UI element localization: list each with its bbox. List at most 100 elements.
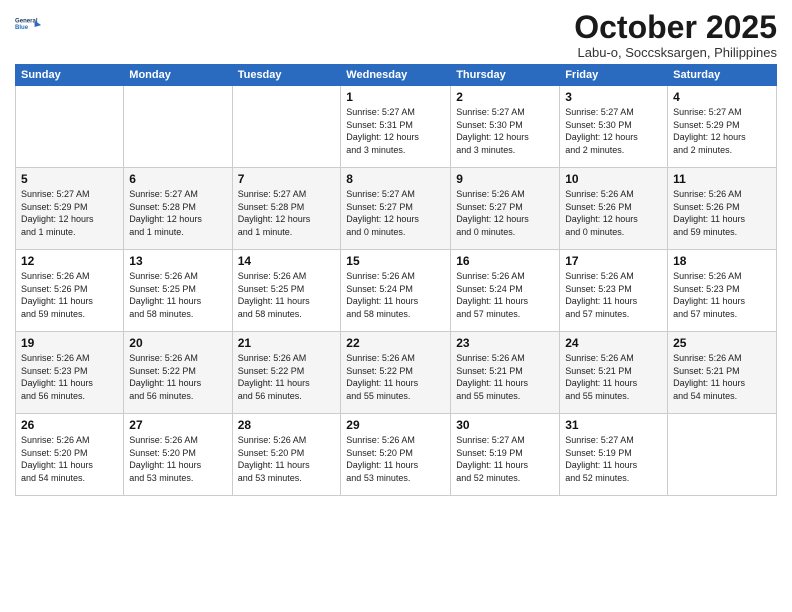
day-info: Sunrise: 5:26 AM Sunset: 5:25 PM Dayligh…	[238, 270, 336, 320]
calendar-day-cell: 9 Sunrise: 5:26 AM Sunset: 5:27 PM Daylig…	[451, 168, 560, 250]
day-info: Sunrise: 5:27 AM Sunset: 5:30 PM Dayligh…	[456, 106, 554, 156]
calendar-day-header: Sunday	[16, 65, 124, 86]
calendar-day-cell: 22 Sunrise: 5:26 AM Sunset: 5:22 PM Dayli…	[341, 332, 451, 414]
day-info: Sunrise: 5:26 AM Sunset: 5:20 PM Dayligh…	[21, 434, 118, 484]
day-number: 11	[673, 172, 771, 186]
calendar-table: SundayMondayTuesdayWednesdayThursdayFrid…	[15, 64, 777, 496]
calendar-day-cell: 19 Sunrise: 5:26 AM Sunset: 5:23 PM Dayli…	[16, 332, 124, 414]
day-info: Sunrise: 5:26 AM Sunset: 5:27 PM Dayligh…	[456, 188, 554, 238]
day-number: 17	[565, 254, 662, 268]
day-number: 26	[21, 418, 118, 432]
day-number: 14	[238, 254, 336, 268]
calendar-day-cell: 13 Sunrise: 5:26 AM Sunset: 5:25 PM Dayli…	[124, 250, 232, 332]
calendar-week-row: 1 Sunrise: 5:27 AM Sunset: 5:31 PM Daylig…	[16, 86, 777, 168]
day-info: Sunrise: 5:27 AM Sunset: 5:28 PM Dayligh…	[129, 188, 226, 238]
calendar-day-cell: 6 Sunrise: 5:27 AM Sunset: 5:28 PM Daylig…	[124, 168, 232, 250]
title-block: October 2025 Labu-o, Soccsksargen, Phili…	[574, 10, 777, 60]
day-info: Sunrise: 5:26 AM Sunset: 5:21 PM Dayligh…	[565, 352, 662, 402]
day-number: 24	[565, 336, 662, 350]
day-info: Sunrise: 5:26 AM Sunset: 5:26 PM Dayligh…	[673, 188, 771, 238]
day-number: 27	[129, 418, 226, 432]
calendar-day-cell: 17Sunrise: 5:26 AM Sunset: 5:23 PM Dayli…	[560, 250, 668, 332]
calendar-day-cell: 14 Sunrise: 5:26 AM Sunset: 5:25 PM Dayli…	[232, 250, 341, 332]
day-info: Sunrise: 5:26 AM Sunset: 5:22 PM Dayligh…	[238, 352, 336, 402]
calendar-day-cell: 10Sunrise: 5:26 AM Sunset: 5:26 PM Dayli…	[560, 168, 668, 250]
logo-icon: GeneralBlue	[15, 10, 43, 38]
day-number: 21	[238, 336, 336, 350]
main-title: October 2025	[574, 10, 777, 45]
day-info: Sunrise: 5:26 AM Sunset: 5:24 PM Dayligh…	[346, 270, 445, 320]
day-number: 25	[673, 336, 771, 350]
day-info: Sunrise: 5:26 AM Sunset: 5:23 PM Dayligh…	[21, 352, 118, 402]
calendar-day-cell: 8Sunrise: 5:27 AM Sunset: 5:27 PM Daylig…	[341, 168, 451, 250]
header: GeneralBlue October 2025 Labu-o, Soccsks…	[15, 10, 777, 60]
calendar-day-cell: 25 Sunrise: 5:26 AM Sunset: 5:21 PM Dayli…	[668, 332, 777, 414]
calendar-week-row: 12Sunrise: 5:26 AM Sunset: 5:26 PM Dayli…	[16, 250, 777, 332]
calendar-day-cell: 16Sunrise: 5:26 AM Sunset: 5:24 PM Dayli…	[451, 250, 560, 332]
calendar-day-cell	[668, 414, 777, 496]
day-info: Sunrise: 5:26 AM Sunset: 5:21 PM Dayligh…	[673, 352, 771, 402]
day-number: 8	[346, 172, 445, 186]
calendar-week-row: 19 Sunrise: 5:26 AM Sunset: 5:23 PM Dayli…	[16, 332, 777, 414]
calendar-day-cell: 31 Sunrise: 5:27 AM Sunset: 5:19 PM Dayli…	[560, 414, 668, 496]
day-number: 13	[129, 254, 226, 268]
day-number: 22	[346, 336, 445, 350]
day-number: 18	[673, 254, 771, 268]
calendar-day-cell	[16, 86, 124, 168]
day-number: 29	[346, 418, 445, 432]
day-number: 6	[129, 172, 226, 186]
calendar-day-cell: 20Sunrise: 5:26 AM Sunset: 5:22 PM Dayli…	[124, 332, 232, 414]
calendar-day-cell: 21 Sunrise: 5:26 AM Sunset: 5:22 PM Dayli…	[232, 332, 341, 414]
calendar-day-cell: 24 Sunrise: 5:26 AM Sunset: 5:21 PM Dayli…	[560, 332, 668, 414]
day-number: 31	[565, 418, 662, 432]
day-info: Sunrise: 5:26 AM Sunset: 5:25 PM Dayligh…	[129, 270, 226, 320]
day-number: 19	[21, 336, 118, 350]
calendar-day-cell: 4Sunrise: 5:27 AM Sunset: 5:29 PM Daylig…	[668, 86, 777, 168]
calendar-day-cell: 30Sunrise: 5:27 AM Sunset: 5:19 PM Dayli…	[451, 414, 560, 496]
day-number: 3	[565, 90, 662, 104]
day-number: 12	[21, 254, 118, 268]
calendar-day-cell: 12Sunrise: 5:26 AM Sunset: 5:26 PM Dayli…	[16, 250, 124, 332]
day-info: Sunrise: 5:27 AM Sunset: 5:31 PM Dayligh…	[346, 106, 445, 156]
day-number: 20	[129, 336, 226, 350]
svg-text:General: General	[15, 18, 38, 24]
calendar-day-header: Monday	[124, 65, 232, 86]
day-info: Sunrise: 5:26 AM Sunset: 5:23 PM Dayligh…	[673, 270, 771, 320]
calendar-header-row: SundayMondayTuesdayWednesdayThursdayFrid…	[16, 65, 777, 86]
day-number: 9	[456, 172, 554, 186]
day-info: Sunrise: 5:26 AM Sunset: 5:21 PM Dayligh…	[456, 352, 554, 402]
calendar-day-cell: 7Sunrise: 5:27 AM Sunset: 5:28 PM Daylig…	[232, 168, 341, 250]
svg-text:Blue: Blue	[15, 25, 29, 31]
calendar-day-cell: 18 Sunrise: 5:26 AM Sunset: 5:23 PM Dayli…	[668, 250, 777, 332]
calendar-day-cell: 26 Sunrise: 5:26 AM Sunset: 5:20 PM Dayli…	[16, 414, 124, 496]
calendar-day-cell: 28Sunrise: 5:26 AM Sunset: 5:20 PM Dayli…	[232, 414, 341, 496]
day-info: Sunrise: 5:26 AM Sunset: 5:22 PM Dayligh…	[346, 352, 445, 402]
day-number: 10	[565, 172, 662, 186]
day-number: 7	[238, 172, 336, 186]
day-info: Sunrise: 5:27 AM Sunset: 5:19 PM Dayligh…	[456, 434, 554, 484]
day-number: 5	[21, 172, 118, 186]
day-info: Sunrise: 5:26 AM Sunset: 5:20 PM Dayligh…	[238, 434, 336, 484]
calendar-day-cell: 2 Sunrise: 5:27 AM Sunset: 5:30 PM Daylig…	[451, 86, 560, 168]
day-number: 16	[456, 254, 554, 268]
page: GeneralBlue October 2025 Labu-o, Soccsks…	[0, 0, 792, 506]
calendar-day-header: Friday	[560, 65, 668, 86]
day-info: Sunrise: 5:27 AM Sunset: 5:29 PM Dayligh…	[673, 106, 771, 156]
day-number: 23	[456, 336, 554, 350]
calendar-day-cell: 27Sunrise: 5:26 AM Sunset: 5:20 PM Dayli…	[124, 414, 232, 496]
calendar-day-header: Wednesday	[341, 65, 451, 86]
day-number: 2	[456, 90, 554, 104]
day-info: Sunrise: 5:27 AM Sunset: 5:30 PM Dayligh…	[565, 106, 662, 156]
calendar-day-cell: 1 Sunrise: 5:27 AM Sunset: 5:31 PM Daylig…	[341, 86, 451, 168]
calendar-day-cell	[232, 86, 341, 168]
logo: GeneralBlue	[15, 10, 43, 38]
calendar-day-header: Saturday	[668, 65, 777, 86]
calendar-week-row: 5 Sunrise: 5:27 AM Sunset: 5:29 PM Daylig…	[16, 168, 777, 250]
day-info: Sunrise: 5:27 AM Sunset: 5:19 PM Dayligh…	[565, 434, 662, 484]
calendar-day-cell: 23 Sunrise: 5:26 AM Sunset: 5:21 PM Dayli…	[451, 332, 560, 414]
calendar-day-header: Tuesday	[232, 65, 341, 86]
day-number: 1	[346, 90, 445, 104]
day-info: Sunrise: 5:27 AM Sunset: 5:29 PM Dayligh…	[21, 188, 118, 238]
calendar-day-cell: 3 Sunrise: 5:27 AM Sunset: 5:30 PM Daylig…	[560, 86, 668, 168]
calendar-day-cell: 11 Sunrise: 5:26 AM Sunset: 5:26 PM Dayli…	[668, 168, 777, 250]
